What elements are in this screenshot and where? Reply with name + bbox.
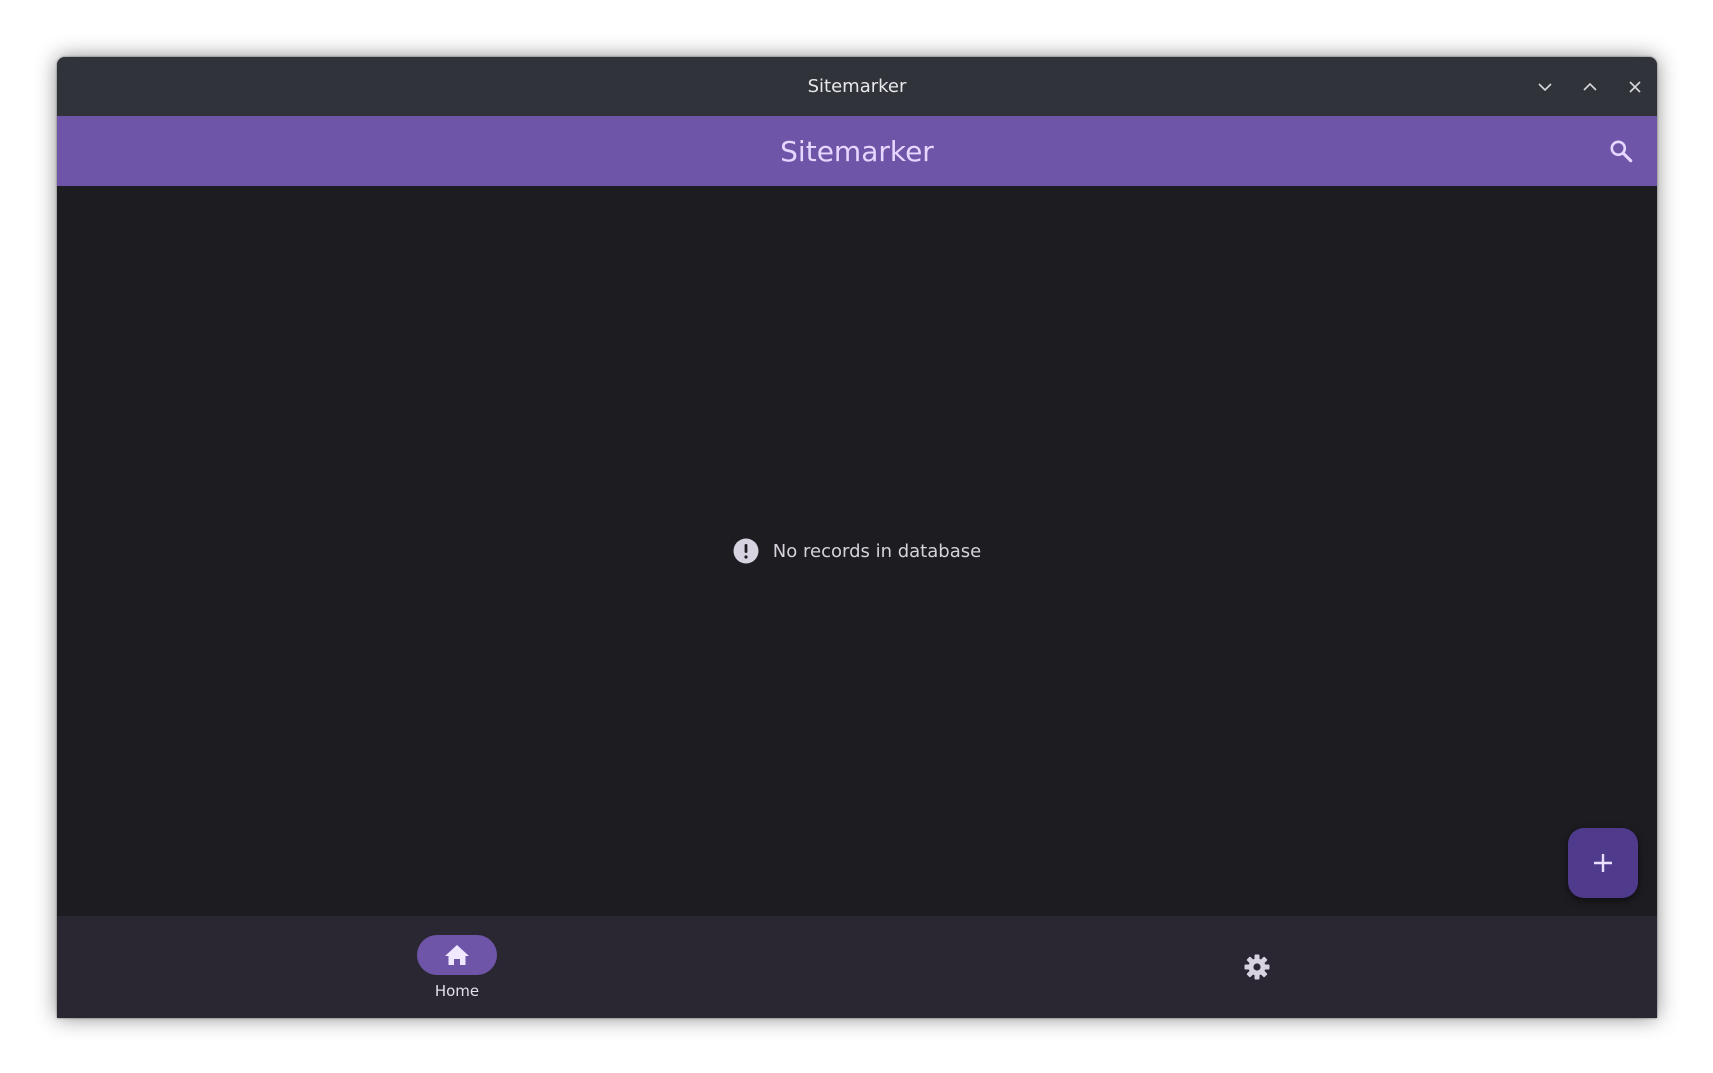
search-icon [1610, 140, 1633, 163]
close-icon [1629, 80, 1641, 93]
add-record-button[interactable] [1568, 828, 1638, 898]
window-titlebar[interactable]: Sitemarker [57, 57, 1657, 116]
minimize-button[interactable] [1533, 75, 1557, 99]
bottom-navigation: Home [57, 916, 1657, 1018]
main-content: No records in database [57, 186, 1657, 916]
nav-item-home[interactable]: Home [397, 916, 517, 1018]
empty-state: No records in database [57, 186, 1657, 916]
app-bar: Sitemarker [57, 116, 1657, 186]
window-title: Sitemarker [807, 76, 907, 97]
plus-icon [1594, 854, 1612, 872]
maximize-button[interactable] [1578, 75, 1602, 99]
close-button[interactable] [1623, 75, 1647, 99]
gear-icon [1244, 954, 1270, 980]
exclamation-circle-icon [733, 538, 759, 564]
empty-message: No records in database [772, 540, 982, 562]
home-icon [445, 944, 469, 965]
nav-home-label: Home [434, 981, 480, 1000]
window-controls [1533, 57, 1647, 116]
minimize-icon [1538, 82, 1552, 91]
maximize-icon [1583, 82, 1597, 91]
app-title: Sitemarker [780, 134, 934, 168]
nav-home-indicator [417, 934, 497, 975]
nav-item-settings[interactable] [1197, 916, 1317, 1018]
search-button[interactable] [1603, 133, 1639, 169]
app-window: Sitemarker Sitemarker No records in data… [57, 57, 1657, 1018]
